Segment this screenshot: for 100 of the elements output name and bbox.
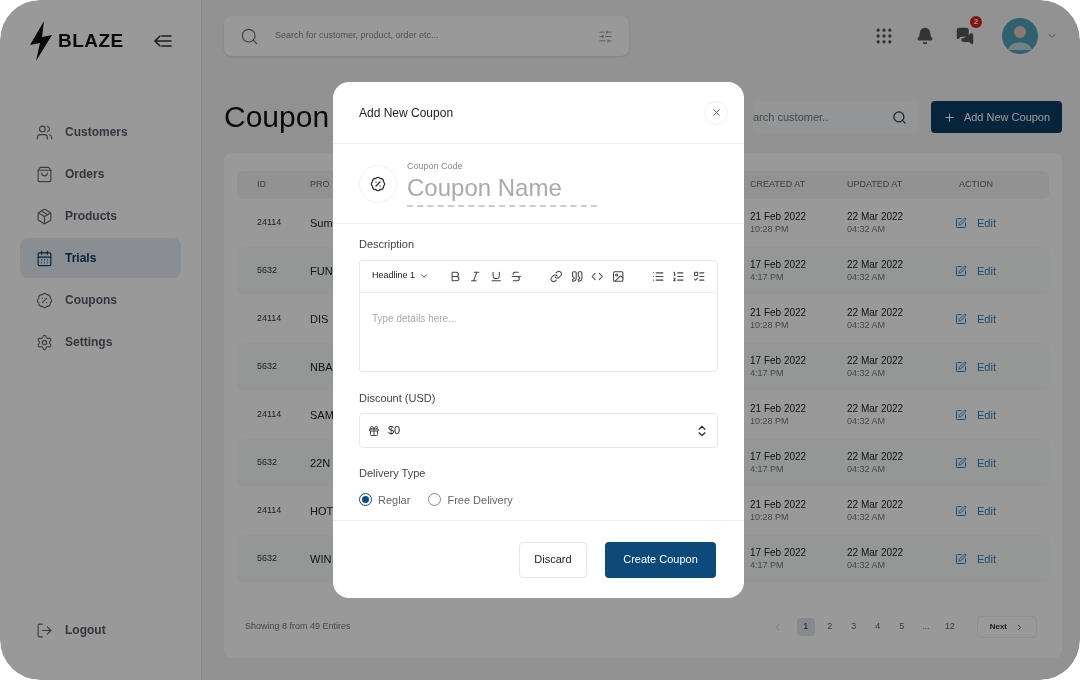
search-field[interactable]: Search for customer, product, order etc... [224,16,629,56]
table-cell-text: 5632 [257,552,279,566]
created-time: 4:17 PM [750,271,785,283]
edit-link[interactable]: Edit [955,262,1029,280]
quote-icon[interactable] [570,269,584,283]
caret-icon [419,271,430,281]
edit-link[interactable]: Edit [955,502,1029,520]
bold-icon[interactable] [449,269,462,283]
italic-icon[interactable] [469,269,482,283]
updated-date: 22 Mar 2022 [847,451,905,464]
page-number[interactable]: ... [916,618,935,636]
table-cell-text: 5632 [257,456,279,470]
page-number[interactable]: 1 [796,618,815,636]
users-icon [36,123,53,141]
numbered-list-icon[interactable] [672,269,685,283]
created-time: 10:28 PM [750,223,790,235]
edit-icon [955,409,967,421]
add-coupon-button[interactable]: Add New Coupon [931,101,1062,133]
edit-icon [955,313,967,325]
created-time: 4:17 PM [750,559,785,571]
sidebar-item[interactable]: Orders [20,154,181,194]
search-icon [892,109,907,125]
coupon-name-field[interactable]: Coupon Name [407,173,597,208]
created-time: 4:17 PM [750,367,785,379]
created-date: 21 Feb 2022 [750,499,808,512]
notification-bell-icon[interactable] [916,27,934,45]
table-cell-text: 24114 [257,504,283,518]
delivery-radio[interactable]: Free Delivery [428,491,513,508]
notification-badge: 2 [970,16,982,28]
page-number[interactable]: 5 [892,618,911,636]
dialog-title: Add New Coupon [359,104,454,122]
table-cell-text: 24114 [257,408,283,422]
table-cell-text: Sum [310,215,333,231]
rich-text-editor[interactable]: Headline 1 Type details here... [359,259,718,372]
chat-icon[interactable] [956,27,974,45]
updated-date: 22 Mar 2022 [847,403,905,416]
created-date: 21 Feb 2022 [750,403,808,416]
checklist-icon[interactable] [692,269,705,283]
calendar-icon [36,249,53,267]
updated-time: 04:32 AM [847,415,887,427]
percent-badge-icon [36,291,53,309]
edit-link[interactable]: Edit [955,214,1029,232]
created-date: 21 Feb 2022 [750,307,808,320]
sidebar-item[interactable]: Settings [20,322,181,362]
table-cell-text: 24114 [257,216,283,230]
apps-grid-icon[interactable] [874,26,894,46]
discount-field[interactable]: $0 [359,413,718,448]
sidebar-item[interactable]: Coupons [20,280,181,320]
table-cell-text: DIS [310,311,329,327]
strikethrough-icon[interactable] [510,269,523,283]
create-coupon-button[interactable]: Create Coupon [605,541,716,578]
created-time: 10:28 PM [750,415,790,427]
sidebar-item[interactable]: Customers [20,112,181,152]
edit-icon [955,217,967,229]
delivery-radio[interactable]: Reglar [359,491,411,508]
updated-time: 04:32 AM [847,319,887,331]
heading-dropdown[interactable]: Headline 1 [372,269,430,283]
updated-time: 04:32 AM [847,559,887,571]
edit-icon [955,505,967,517]
brand-name: BLAZE [58,28,124,53]
percent-badge-icon [370,175,386,192]
link-icon[interactable] [550,269,563,283]
page-number[interactable]: 4 [868,618,887,636]
edit-link[interactable]: Edit [955,406,1029,424]
updated-date: 22 Mar 2022 [847,307,905,320]
column-header: CREATED AT [750,178,806,192]
discount-label: Discount (USD) [359,390,437,406]
next-page-button[interactable]: Next [976,616,1037,638]
image-icon[interactable] [611,269,625,283]
updated-date: 22 Mar 2022 [847,355,905,368]
edit-link[interactable]: Edit [955,358,1029,376]
table-cell-text: SAM [310,407,334,423]
edit-link[interactable]: Edit [955,310,1029,328]
created-time: 10:28 PM [750,511,790,523]
collapse-sidebar-icon[interactable] [153,33,173,49]
edit-link[interactable]: Edit [955,550,1029,568]
updated-time: 04:32 AM [847,223,887,235]
sidebar-item[interactable]: Products [20,196,181,236]
created-date: 21 Feb 2022 [750,211,808,224]
underline-icon[interactable] [489,269,503,283]
edit-icon [955,457,967,469]
logout-link[interactable]: Logout [20,612,181,648]
created-date: 17 Feb 2022 [750,547,808,560]
page-number[interactable]: 2 [820,618,839,636]
edit-icon [955,265,967,277]
edit-icon [955,553,967,565]
discard-button[interactable]: Discard [519,541,587,578]
page-number[interactable]: 12 [940,618,959,636]
description-placeholder: Type details here... [372,312,457,324]
edit-link[interactable]: Edit [955,454,1029,472]
settings-icon [36,333,53,351]
table-cell-text: FUN [310,263,333,279]
description-label: Description [359,237,416,252]
page-number[interactable]: 3 [844,618,863,636]
bullet-list-icon[interactable] [651,269,665,283]
sidebar-item[interactable]: Trials [20,238,181,278]
column-header: PRO [310,178,330,192]
updated-date: 22 Mar 2022 [847,259,905,272]
close-icon [710,107,722,118]
edit-icon [955,361,967,373]
